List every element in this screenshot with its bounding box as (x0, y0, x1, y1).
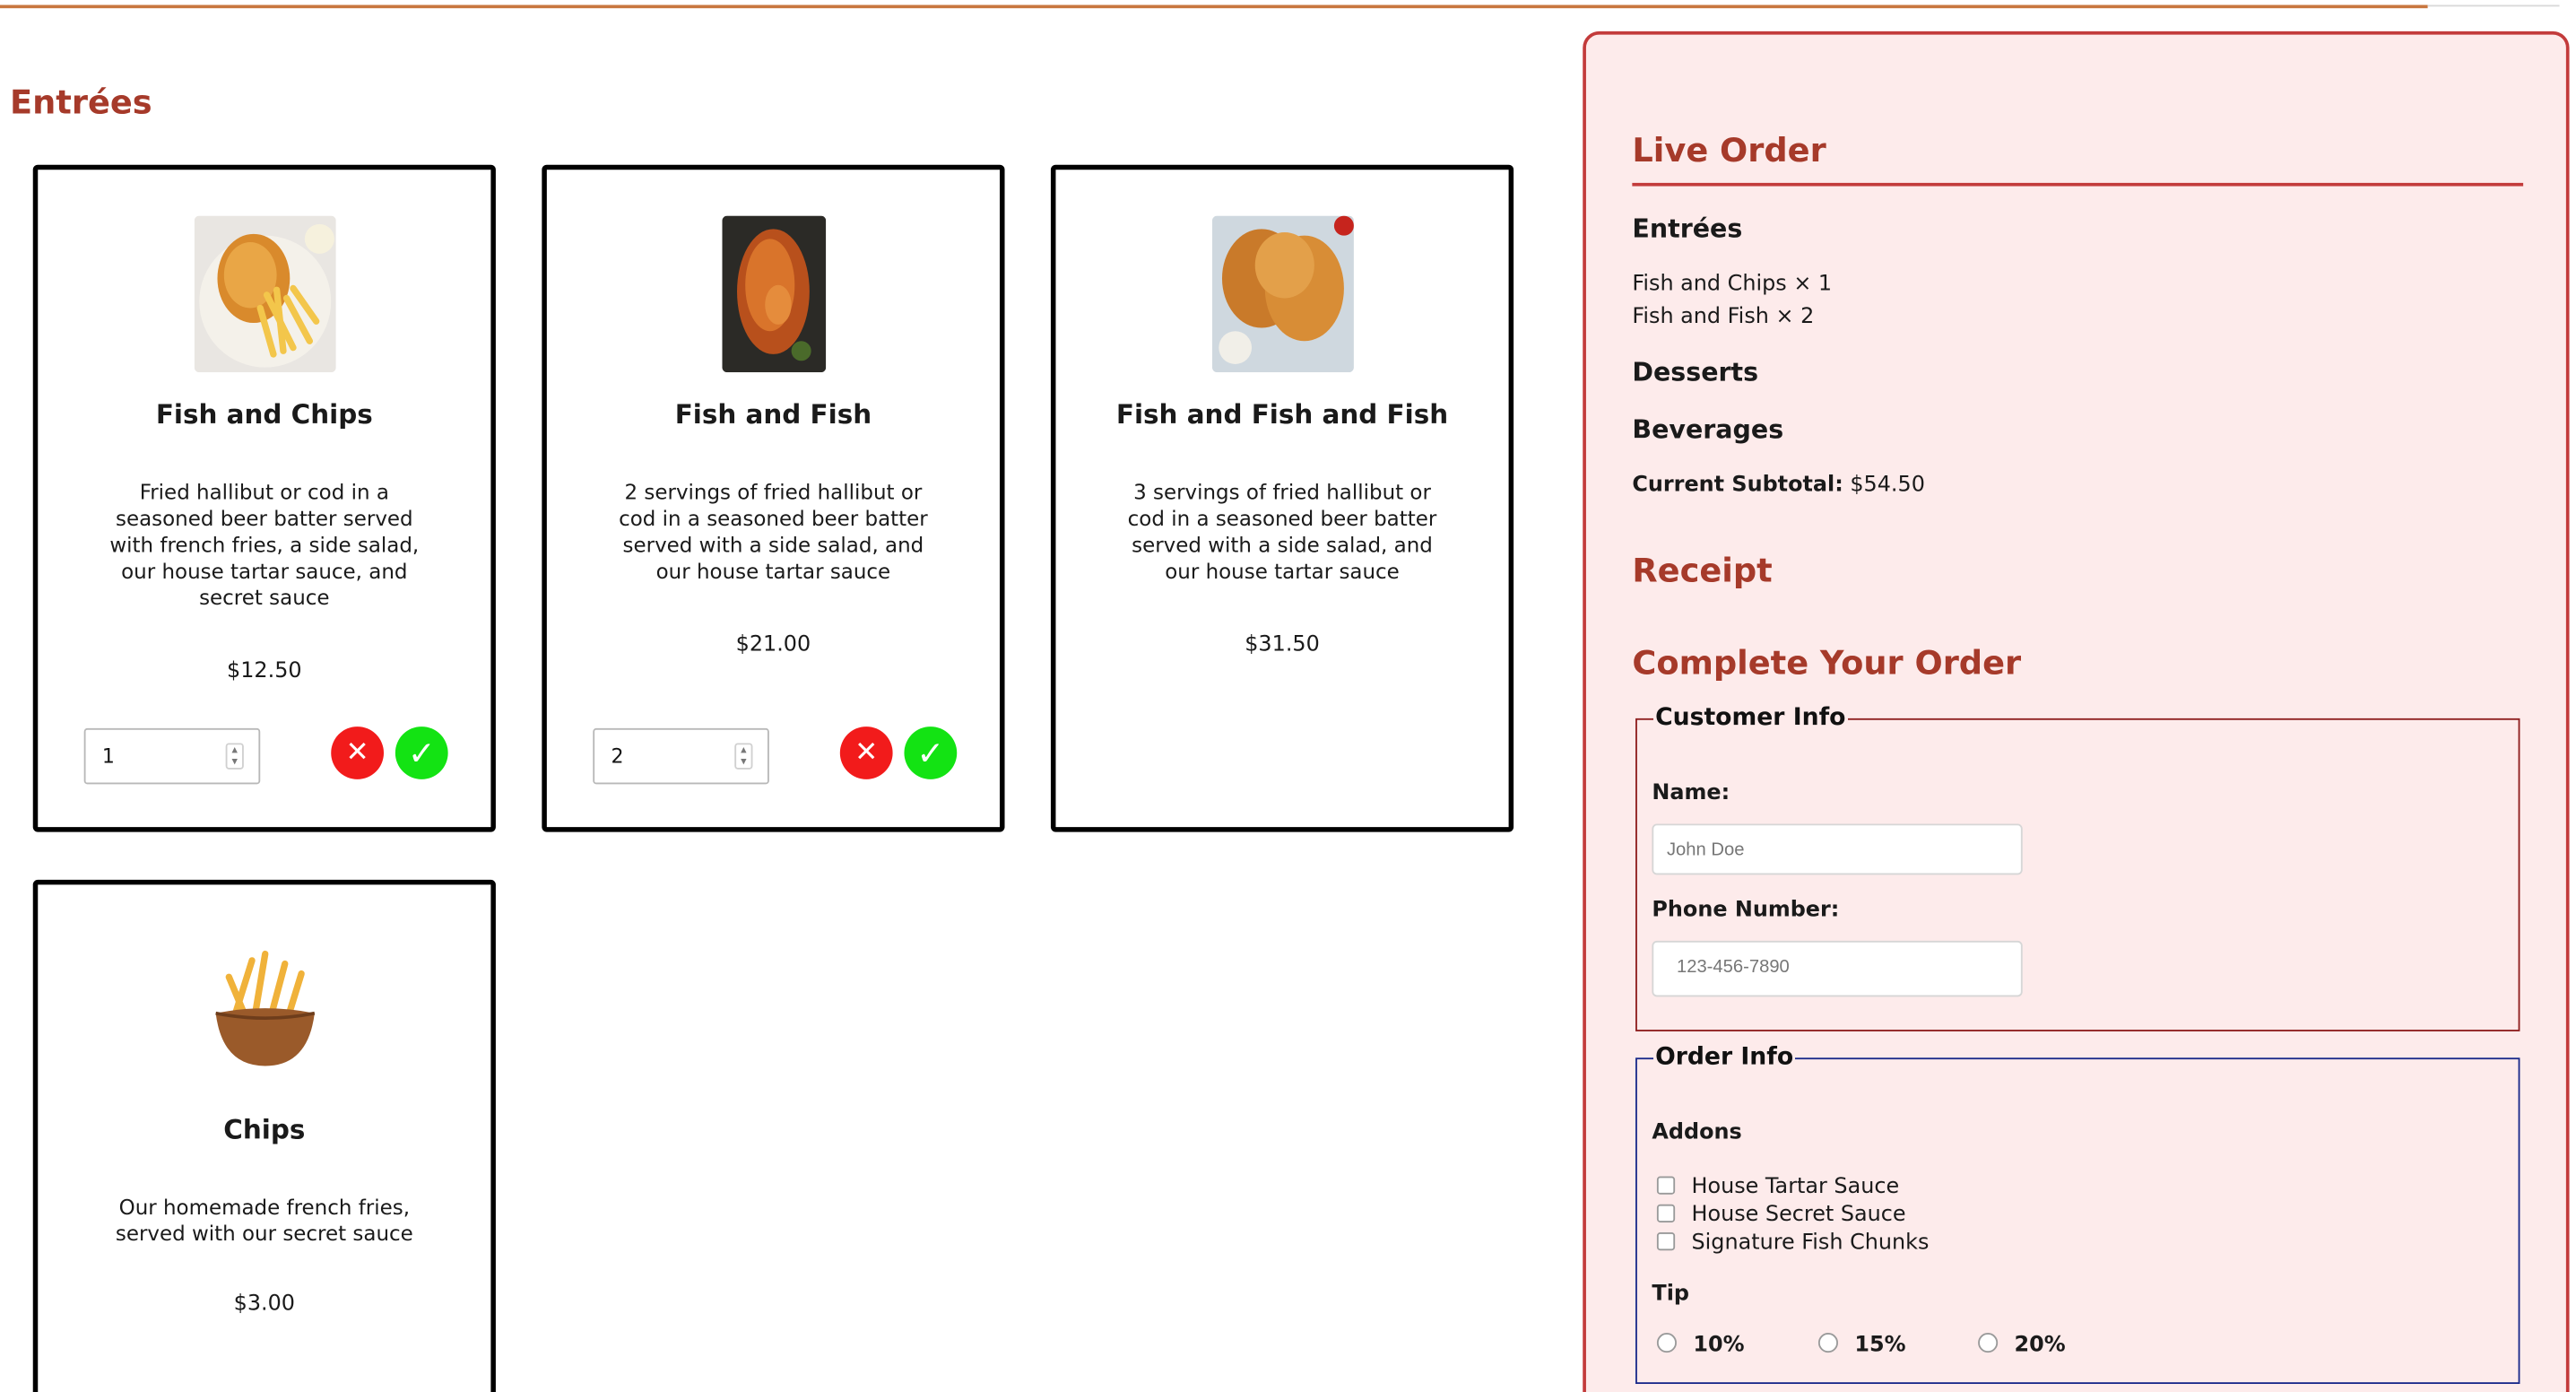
addon-option[interactable]: Signature Fish Chunks (1656, 1231, 1930, 1256)
subtotal-value: $54.50 (1850, 473, 1925, 498)
stepper-arrows-icon[interactable]: ▴ ▾ (225, 743, 244, 770)
tip-option-20[interactable]: 20% (1978, 1333, 2066, 1358)
item-name: Fish and Chips (155, 398, 373, 431)
menu-card-fish-and-fish-and-fish: Fish and Fish and Fish 3 servings of fri… (1050, 164, 1514, 832)
addon-label: House Secret Sauce (1691, 1202, 1906, 1228)
addon-checkbox[interactable] (1656, 1232, 1676, 1251)
item-price: $12.50 (227, 658, 302, 684)
tip-option-label: 15% (1854, 1333, 1906, 1358)
item-price: $21.00 (735, 632, 811, 657)
addon-label: House Tartar Sauce (1691, 1174, 1900, 1200)
item-description: Our homemade french fries, served with o… (115, 1194, 413, 1246)
addon-label: Signature Fish Chunks (1691, 1231, 1930, 1256)
quantity-stepper[interactable]: 2 ▴ ▾ (593, 727, 769, 785)
fried-fish-photo (721, 215, 826, 373)
item-description: 2 servings of fried hallibut or cod in a… (619, 479, 928, 584)
addon-checkbox[interactable] (1656, 1176, 1676, 1195)
phone-placeholder: 123-456-7890 (1676, 957, 1790, 978)
tip-option-10[interactable]: 10% (1656, 1333, 1745, 1358)
customer-info-legend: Customer Info (1655, 705, 1846, 732)
phone-label: Phone Number: (1652, 898, 1840, 923)
name-input[interactable]: John Doe (1652, 823, 2023, 875)
item-description: Fried hallibut or cod in a seasoned beer… (109, 479, 420, 610)
live-order-title: Live Order (1632, 130, 1826, 170)
header-divider (0, 4, 2428, 9)
remove-item-button[interactable]: ✕ (839, 726, 893, 779)
tip-option-15[interactable]: 15% (1817, 1333, 1906, 1358)
tip-radio[interactable] (1978, 1333, 1999, 1353)
addon-option[interactable]: House Tartar Sauce (1656, 1174, 1900, 1200)
item-name: Chips (223, 1113, 306, 1145)
order-line: Fish and Fish × 2 (1632, 304, 1815, 330)
section-title: Entrées (10, 82, 152, 122)
customer-info-fieldset: Customer Info Name: John Doe Phone Numbe… (1635, 705, 2520, 1031)
order-category-entrees: Entrées (1632, 213, 1743, 244)
menu-card-fish-and-fish: Fish and Fish 2 servings of fried hallib… (542, 164, 1005, 832)
stepper-arrows-icon[interactable]: ▴ ▾ (734, 743, 753, 770)
subtotal-label: Current Subtotal: (1632, 473, 1843, 498)
tip-label: Tip (1652, 1282, 1689, 1307)
addon-option[interactable]: House Secret Sauce (1656, 1202, 1906, 1228)
app-root: Entrées Fish and Chips Fried hallibut or… (0, 0, 2576, 1392)
name-label: Name: (1652, 780, 1730, 806)
addon-checkbox[interactable] (1656, 1204, 1676, 1222)
menu-card-fish-and-chips: Fish and Chips Fried hallibut or cod in … (32, 164, 496, 832)
order-line: Fish and Chips × 1 (1632, 272, 1833, 297)
receipt-title: Receipt (1632, 550, 1773, 590)
fish-and-chips-photo (193, 215, 335, 373)
tip-radio[interactable] (1817, 1333, 1838, 1353)
phone-input[interactable]: 123-456-7890 (1652, 940, 2023, 997)
item-name: Fish and Fish and Fish (1115, 398, 1449, 431)
item-description: 3 servings of fried hallibut or cod in a… (1127, 479, 1437, 584)
tip-option-label: 10% (1693, 1333, 1745, 1358)
item-name: Fish and Fish (674, 398, 872, 431)
remove-item-button[interactable]: ✕ (331, 726, 384, 779)
order-info-legend: Order Info (1655, 1044, 1794, 1071)
confirm-item-button[interactable]: ✓ (395, 726, 448, 779)
name-placeholder: John Doe (1666, 840, 1745, 860)
quantity-value: 2 (611, 744, 624, 768)
confirm-item-button[interactable]: ✓ (904, 726, 958, 779)
tip-option-label: 20% (2014, 1333, 2066, 1358)
fries-bowl-photo (204, 947, 324, 1080)
item-price: $31.50 (1245, 632, 1320, 657)
item-price: $3.00 (233, 1292, 296, 1317)
addons-label: Addons (1652, 1120, 1742, 1145)
quantity-stepper[interactable]: 1 ▴ ▾ (83, 727, 261, 785)
live-order-divider (1632, 182, 2524, 187)
quantity-value: 1 (101, 744, 115, 768)
fried-fish-platter-photo (1211, 215, 1354, 373)
subtotal: Current Subtotal: $54.50 (1632, 473, 1925, 498)
order-info-fieldset: Order Info Addons House Tartar Sauce Hou… (1635, 1044, 2520, 1384)
order-panel: Live Order Entrées Fish and Chips × 1 Fi… (1583, 30, 2570, 1392)
order-category-beverages: Beverages (1632, 414, 1784, 445)
checkout-title: Complete Your Order (1632, 642, 2022, 683)
order-category-desserts: Desserts (1632, 357, 1759, 387)
header-divider-tail (2427, 4, 2560, 7)
menu-card-chips: Chips Our homemade french fries, served … (32, 879, 496, 1392)
tip-radio[interactable] (1656, 1333, 1677, 1353)
